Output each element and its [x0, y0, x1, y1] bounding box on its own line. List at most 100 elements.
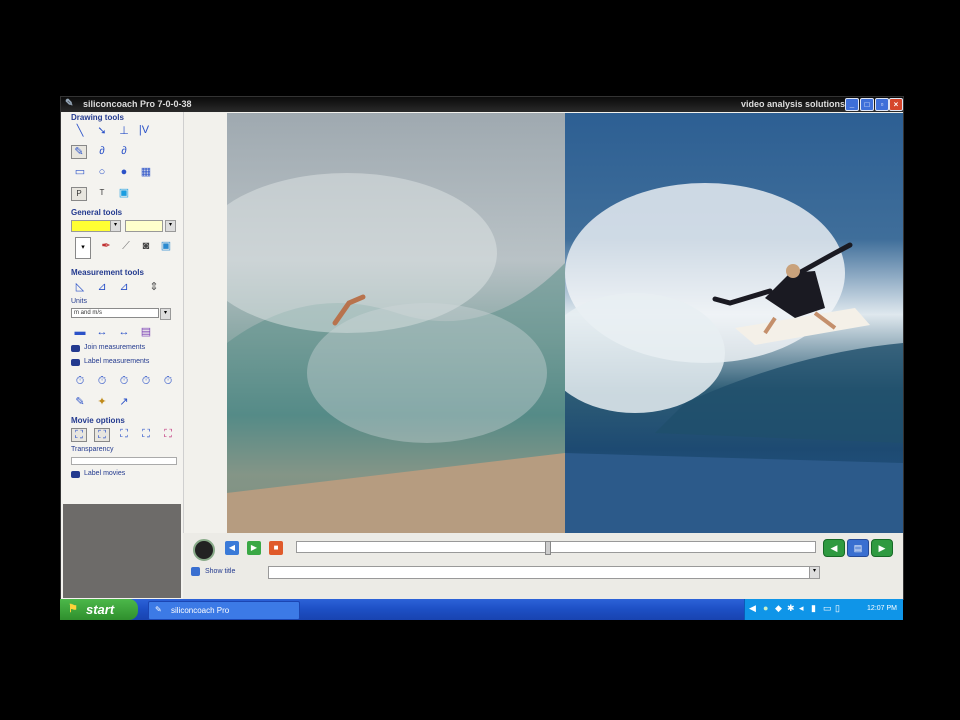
system-tray: ◀ ● ◆ ✱ ◂ ▮ ▭ ▯ 12:07 PM — [744, 599, 903, 620]
distance-tool-icon[interactable]: ↔ — [95, 326, 109, 338]
label-movies-label: Label movies — [84, 470, 126, 477]
general-tools-heading: General tools — [71, 208, 123, 217]
line-style-dropdown[interactable]: ▾ — [75, 237, 91, 259]
tray-network-icon[interactable]: ● — [763, 603, 768, 613]
start-button[interactable]: ⚑ start — [60, 599, 138, 620]
record-dial-icon[interactable] — [193, 539, 215, 561]
vertical-line-tool-icon[interactable]: |V — [137, 124, 151, 136]
label-movies-checkbox[interactable] — [71, 471, 80, 478]
graph-tool-icon[interactable]: ↗ — [117, 396, 131, 408]
horizontal-line-tool-icon[interactable]: ⊥ — [117, 125, 131, 137]
text-t-tool[interactable]: T — [95, 187, 109, 199]
step-back-icon[interactable]: ◀ — [225, 541, 239, 555]
show-title-checkbox[interactable] — [191, 567, 200, 576]
split-timer-icon[interactable]: ⏱ — [117, 375, 131, 387]
tray-shield-icon[interactable]: ◆ — [775, 603, 782, 614]
lap-timer-icon[interactable]: ⏱ — [139, 375, 153, 387]
title-dropdown-icon[interactable]: ▾ — [809, 566, 820, 579]
tray-back-icon[interactable]: ◀ — [749, 603, 756, 614]
video-comparison-area[interactable] — [227, 113, 903, 533]
color-picker[interactable] — [71, 220, 111, 232]
stopwatch-icon[interactable]: ⏱ — [73, 375, 87, 387]
label-measurements-label: Label measurements — [84, 358, 150, 365]
units-select[interactable]: m and m/s — [71, 308, 159, 318]
fill-dropdown-icon[interactable]: ▾ — [165, 220, 176, 232]
movie-options-heading: Movie options — [71, 416, 125, 425]
angle-3pt-tool-icon[interactable]: ⊿ — [117, 281, 131, 293]
marker-tool-icon[interactable]: ✒ — [99, 240, 113, 252]
fill-color-picker[interactable] — [125, 220, 163, 232]
calibrate-tool-icon[interactable]: ⇕ — [147, 281, 161, 293]
join-measurements-checkbox[interactable] — [71, 345, 80, 352]
task-label: siliconcoach Pro — [171, 606, 230, 615]
taskbar: ⚑ start ✎ siliconcoach Pro ◀ ● ◆ ✱ ◂ ▮ ▭… — [60, 599, 903, 620]
movie-option-5-icon[interactable]: ⛶ — [161, 428, 175, 440]
previous-frame-icon[interactable]: ◀ — [823, 539, 845, 557]
thumbnail-preview — [63, 504, 181, 598]
movie-option-4-icon[interactable]: ⛶ — [139, 428, 153, 440]
minimize-button[interactable]: _ — [845, 98, 859, 111]
image-tool-icon[interactable]: ▣ — [117, 187, 131, 199]
units-label: Units — [71, 298, 87, 305]
camera-icon[interactable]: ◙ — [139, 240, 153, 252]
ellipse-tool-icon[interactable]: ○ — [95, 166, 109, 178]
left-video-frame[interactable] — [227, 113, 565, 533]
units-dropdown-icon[interactable]: ▾ — [160, 308, 171, 320]
movie-option-2-icon[interactable]: ⛶ — [94, 428, 110, 442]
right-video-frame[interactable] — [565, 113, 903, 533]
speed-tool-icon[interactable]: ↔ — [117, 326, 131, 338]
brand-text: video analysis solutions — [740, 99, 845, 109]
clock[interactable]: 12:07 PM — [867, 605, 897, 612]
angle-tool-icon[interactable]: ◺ — [73, 281, 87, 293]
playback-controls: ◀ ▶ ■ ◀ ▤ ▶ Show title ▾ — [183, 533, 903, 599]
rectangle-tool-icon[interactable]: ▭ — [73, 166, 87, 178]
pencil-tool-icon[interactable]: ✎ — [71, 145, 87, 159]
color-dropdown-icon[interactable]: ▾ — [110, 220, 121, 232]
picture-icon[interactable]: ▣ — [159, 240, 173, 252]
timeline-scrubber[interactable] — [296, 541, 816, 555]
join-measurements-label: Join measurements — [84, 344, 146, 351]
tray-volume-icon[interactable]: ◂ — [799, 603, 804, 614]
task-app-icon: ✎ — [155, 605, 162, 614]
marker-points-icon[interactable]: ✦ — [95, 396, 109, 408]
tray-clipboard-icon[interactable]: ▯ — [835, 603, 840, 614]
restore-button[interactable]: ▫ — [875, 98, 889, 111]
label-measurements-checkbox[interactable] — [71, 359, 80, 366]
tray-power-icon[interactable]: ▮ — [811, 603, 816, 614]
tray-bluetooth-icon[interactable]: ✱ — [787, 603, 795, 614]
windows-logo-icon: ⚑ — [68, 603, 78, 615]
reset-timer-icon[interactable]: ⏱ — [161, 375, 175, 387]
title-input[interactable] — [268, 566, 810, 579]
timer-icon[interactable]: ⏱ — [95, 375, 109, 387]
drawing-tools-heading: Drawing tools — [71, 113, 124, 122]
filled-circle-tool-icon[interactable]: ● — [117, 166, 131, 178]
scrubber-handle[interactable] — [545, 541, 551, 555]
line-tool-icon[interactable]: ╲ — [73, 125, 87, 137]
movie-option-1-icon[interactable]: ⛶ — [71, 428, 87, 442]
measurement-tools-heading: Measurement tools — [71, 268, 144, 277]
transparency-slider[interactable] — [71, 457, 177, 465]
app-window: ✎ siliconcoach Pro 7-0-0-38 video analys… — [60, 96, 904, 600]
freehand-tool-icon[interactable]: ∂ — [117, 145, 131, 157]
window-title: siliconcoach Pro 7-0-0-38 — [83, 99, 192, 109]
eraser-tool-icon[interactable]: ⟋ — [119, 240, 133, 252]
grid-tool-icon[interactable]: ▦ — [139, 166, 153, 178]
play-icon[interactable]: ▶ — [247, 541, 261, 555]
layout-icon[interactable]: ▤ — [847, 539, 869, 557]
close-button[interactable]: × — [889, 98, 903, 111]
text-p-tool[interactable]: P — [71, 187, 87, 201]
angle-measure-tool-icon[interactable]: ⊿ — [95, 281, 109, 293]
title-bar: ✎ siliconcoach Pro 7-0-0-38 video analys… — [61, 97, 903, 112]
arrow-line-tool-icon[interactable]: ➘ — [95, 125, 109, 137]
ruler-tool-icon[interactable]: ▬ — [73, 326, 87, 338]
maximize-button[interactable]: □ — [860, 98, 874, 111]
next-frame-icon[interactable]: ▶ — [871, 539, 893, 557]
taskbar-item-siliconcoach[interactable]: ✎ siliconcoach Pro — [148, 601, 300, 620]
note-tool-icon[interactable]: ✎ — [73, 396, 87, 408]
grid-ruler-tool-icon[interactable]: ▤ — [139, 326, 153, 338]
movie-option-3-icon[interactable]: ⛶ — [117, 428, 131, 440]
curve-tool-icon[interactable]: ∂ — [95, 145, 109, 157]
tools-sidebar: Drawing tools ╲ ➘ ⊥ |V ✎ ∂ ∂ ▭ ○ ● ▦ P T… — [61, 112, 184, 599]
stop-icon[interactable]: ■ — [269, 541, 283, 555]
tray-display-icon[interactable]: ▭ — [823, 603, 832, 614]
